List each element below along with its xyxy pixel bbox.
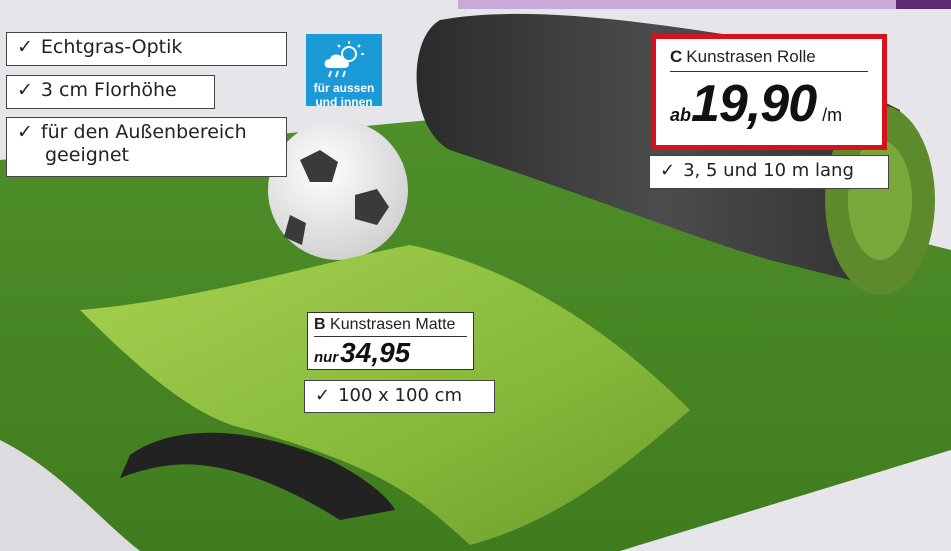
check-icon: ✓ [660, 160, 676, 181]
note-matte-text: 100 x 100 cm [338, 385, 463, 406]
product-name: Kunstrasen Rolle [686, 47, 816, 66]
indoor-outdoor-badge: für aussen und innen [306, 34, 382, 109]
feature-aussenbereich-text-1: für den Außenbereich [40, 121, 247, 143]
price-row: ab19,90/m [670, 74, 868, 134]
feature-aussenbereich-text-2: geeignet [45, 144, 129, 166]
price-tag-matte: B Kunstrasen Matte nur34,95 [307, 312, 474, 370]
badge-line-2: und innen [315, 95, 373, 109]
check-icon: ✓ [17, 36, 33, 58]
price-unit: /m [822, 105, 843, 125]
check-icon: ✓ [17, 79, 33, 101]
price-value: 34,95 [340, 337, 411, 368]
price-value: 19,90 [691, 75, 817, 133]
feature-echtgras: ✓ Echtgras-Optik [6, 32, 287, 66]
product-letter: B [314, 316, 326, 333]
price-tag-matte-title: B Kunstrasen Matte [314, 316, 467, 337]
price-prefix: nur [314, 349, 339, 366]
price-tag-rolle-title: C Kunstrasen Rolle [670, 47, 868, 72]
check-icon: ✓ [315, 385, 331, 406]
feature-aussenbereich: ✓ für den Außenbereich geeignet [6, 117, 287, 177]
note-rolle-laenge: ✓ 3, 5 und 10 m lang [649, 155, 889, 189]
sun-cloud-rain-icon [324, 41, 364, 78]
price-prefix: ab [670, 105, 692, 125]
feature-echtgras-text: Echtgras-Optik [40, 36, 183, 58]
feature-florhoehe: ✓ 3 cm Florhöhe [6, 75, 215, 109]
product-letter: C [670, 47, 683, 66]
badge-line-1: für aussen [313, 81, 375, 95]
feature-florhoehe-text: 3 cm Florhöhe [40, 79, 177, 101]
note-matte-groesse: ✓ 100 x 100 cm [304, 380, 495, 413]
product-name: Kunstrasen Matte [330, 316, 456, 333]
price-row: nur34,95 [314, 337, 467, 369]
note-rolle-text: 3, 5 und 10 m lang [683, 160, 854, 181]
price-tag-rolle: C Kunstrasen Rolle ab19,90/m [651, 34, 887, 150]
check-icon: ✓ [17, 121, 33, 143]
